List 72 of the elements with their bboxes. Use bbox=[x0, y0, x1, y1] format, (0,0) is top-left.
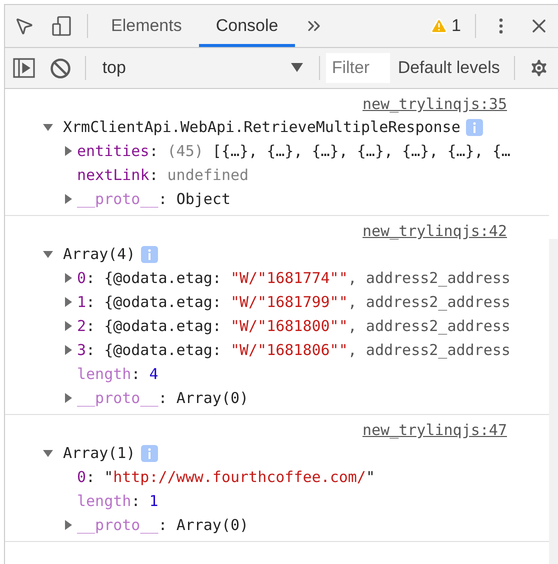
property-value: "W/"1681800"" bbox=[230, 317, 348, 335]
property-value: , address2_address bbox=[348, 269, 510, 287]
expand-triangle-icon[interactable] bbox=[63, 393, 73, 403]
colon: : bbox=[149, 142, 158, 160]
property-key: 0 bbox=[77, 269, 86, 287]
expand-triangle-icon[interactable] bbox=[63, 520, 73, 530]
source-link[interactable]: new_trylinqjs:42 bbox=[5, 222, 549, 240]
colon: : bbox=[158, 190, 168, 208]
colon: : bbox=[131, 492, 140, 510]
property-value: {@odata.etag: bbox=[104, 269, 222, 287]
scrollbar[interactable] bbox=[549, 239, 558, 564]
panel-tab[interactable]: Elements bbox=[94, 5, 199, 47]
expand-triangle-icon[interactable] bbox=[63, 321, 73, 331]
property-value: {@odata.etag: bbox=[104, 317, 222, 335]
expand-triangle-icon[interactable] bbox=[63, 273, 73, 283]
property-value: {@odata.etag: bbox=[104, 341, 222, 359]
property-key: __proto__ bbox=[77, 389, 158, 407]
expand-triangle-icon[interactable] bbox=[63, 194, 73, 204]
colon: : bbox=[158, 389, 168, 407]
colon: : bbox=[86, 269, 96, 287]
object-label[interactable]: XrmClientApi.WebApi.RetrieveMultipleResponse bbox=[63, 115, 460, 139]
levels-dropdown[interactable]: Default levels bbox=[390, 58, 508, 78]
expand-triangle-icon[interactable] bbox=[63, 297, 73, 307]
property-value: "W/"1681806"" bbox=[230, 341, 348, 359]
property-value: 1 bbox=[149, 492, 158, 510]
expand-triangle-icon[interactable] bbox=[43, 122, 53, 132]
warning-count[interactable]: 1 bbox=[422, 16, 469, 36]
property-value: " bbox=[104, 468, 114, 486]
property-value: Array(0) bbox=[176, 516, 249, 534]
property-value: , address2_address bbox=[348, 317, 510, 335]
caret-icon bbox=[290, 63, 303, 73]
context-select[interactable]: top bbox=[92, 48, 313, 88]
source-link[interactable]: new_trylinqjs:35 bbox=[5, 95, 549, 113]
colon: : bbox=[158, 516, 168, 534]
property-value: Object bbox=[176, 190, 230, 208]
colon: : bbox=[131, 365, 140, 383]
property-key: length bbox=[77, 365, 132, 383]
property-key: 2 bbox=[77, 317, 86, 335]
property-key: nextLink bbox=[77, 166, 150, 184]
object-label[interactable]: Array(1) bbox=[63, 441, 136, 465]
property-key: 1 bbox=[77, 293, 86, 311]
property-key: __proto__ bbox=[77, 190, 158, 208]
filter-field[interactable]: Filter bbox=[326, 53, 390, 83]
property-value: , address2_address bbox=[348, 341, 510, 359]
source-link[interactable]: new_trylinqjs:47 bbox=[5, 421, 549, 439]
property-value: " bbox=[366, 468, 375, 486]
property-key: 0 bbox=[77, 468, 86, 486]
property-key: __proto__ bbox=[77, 516, 158, 534]
property-value: , address2_address bbox=[348, 293, 510, 311]
property-key: 3 bbox=[77, 341, 86, 359]
property-value: (45) bbox=[167, 142, 204, 160]
colon: : bbox=[86, 293, 96, 311]
expand-triangle-icon[interactable] bbox=[63, 345, 73, 355]
property-value: {@odata.etag: bbox=[104, 293, 222, 311]
warning-icon bbox=[430, 17, 448, 35]
property-value: undefined bbox=[167, 166, 249, 184]
property-key: entities bbox=[77, 142, 150, 160]
property-value: [{…}, {…}, {…}, {…}, {…}, {…}, {… bbox=[212, 142, 510, 160]
expand-triangle-icon[interactable] bbox=[43, 249, 53, 259]
colon: : bbox=[86, 317, 96, 335]
colon: : bbox=[149, 166, 158, 184]
property-value: Array(0) bbox=[176, 389, 249, 407]
property-value: "W/"1681799"" bbox=[230, 293, 348, 311]
colon: : bbox=[86, 468, 96, 486]
property-key: length bbox=[77, 492, 132, 510]
property-value: 4 bbox=[149, 365, 158, 383]
property-value: http://www.fourthcoffee.com/ bbox=[113, 468, 366, 486]
colon: : bbox=[86, 341, 96, 359]
expand-triangle-icon[interactable] bbox=[43, 448, 53, 458]
property-value: "W/"1681774"" bbox=[230, 269, 348, 287]
object-label[interactable]: Array(4) bbox=[63, 242, 136, 266]
expand-triangle-icon[interactable] bbox=[63, 146, 73, 156]
